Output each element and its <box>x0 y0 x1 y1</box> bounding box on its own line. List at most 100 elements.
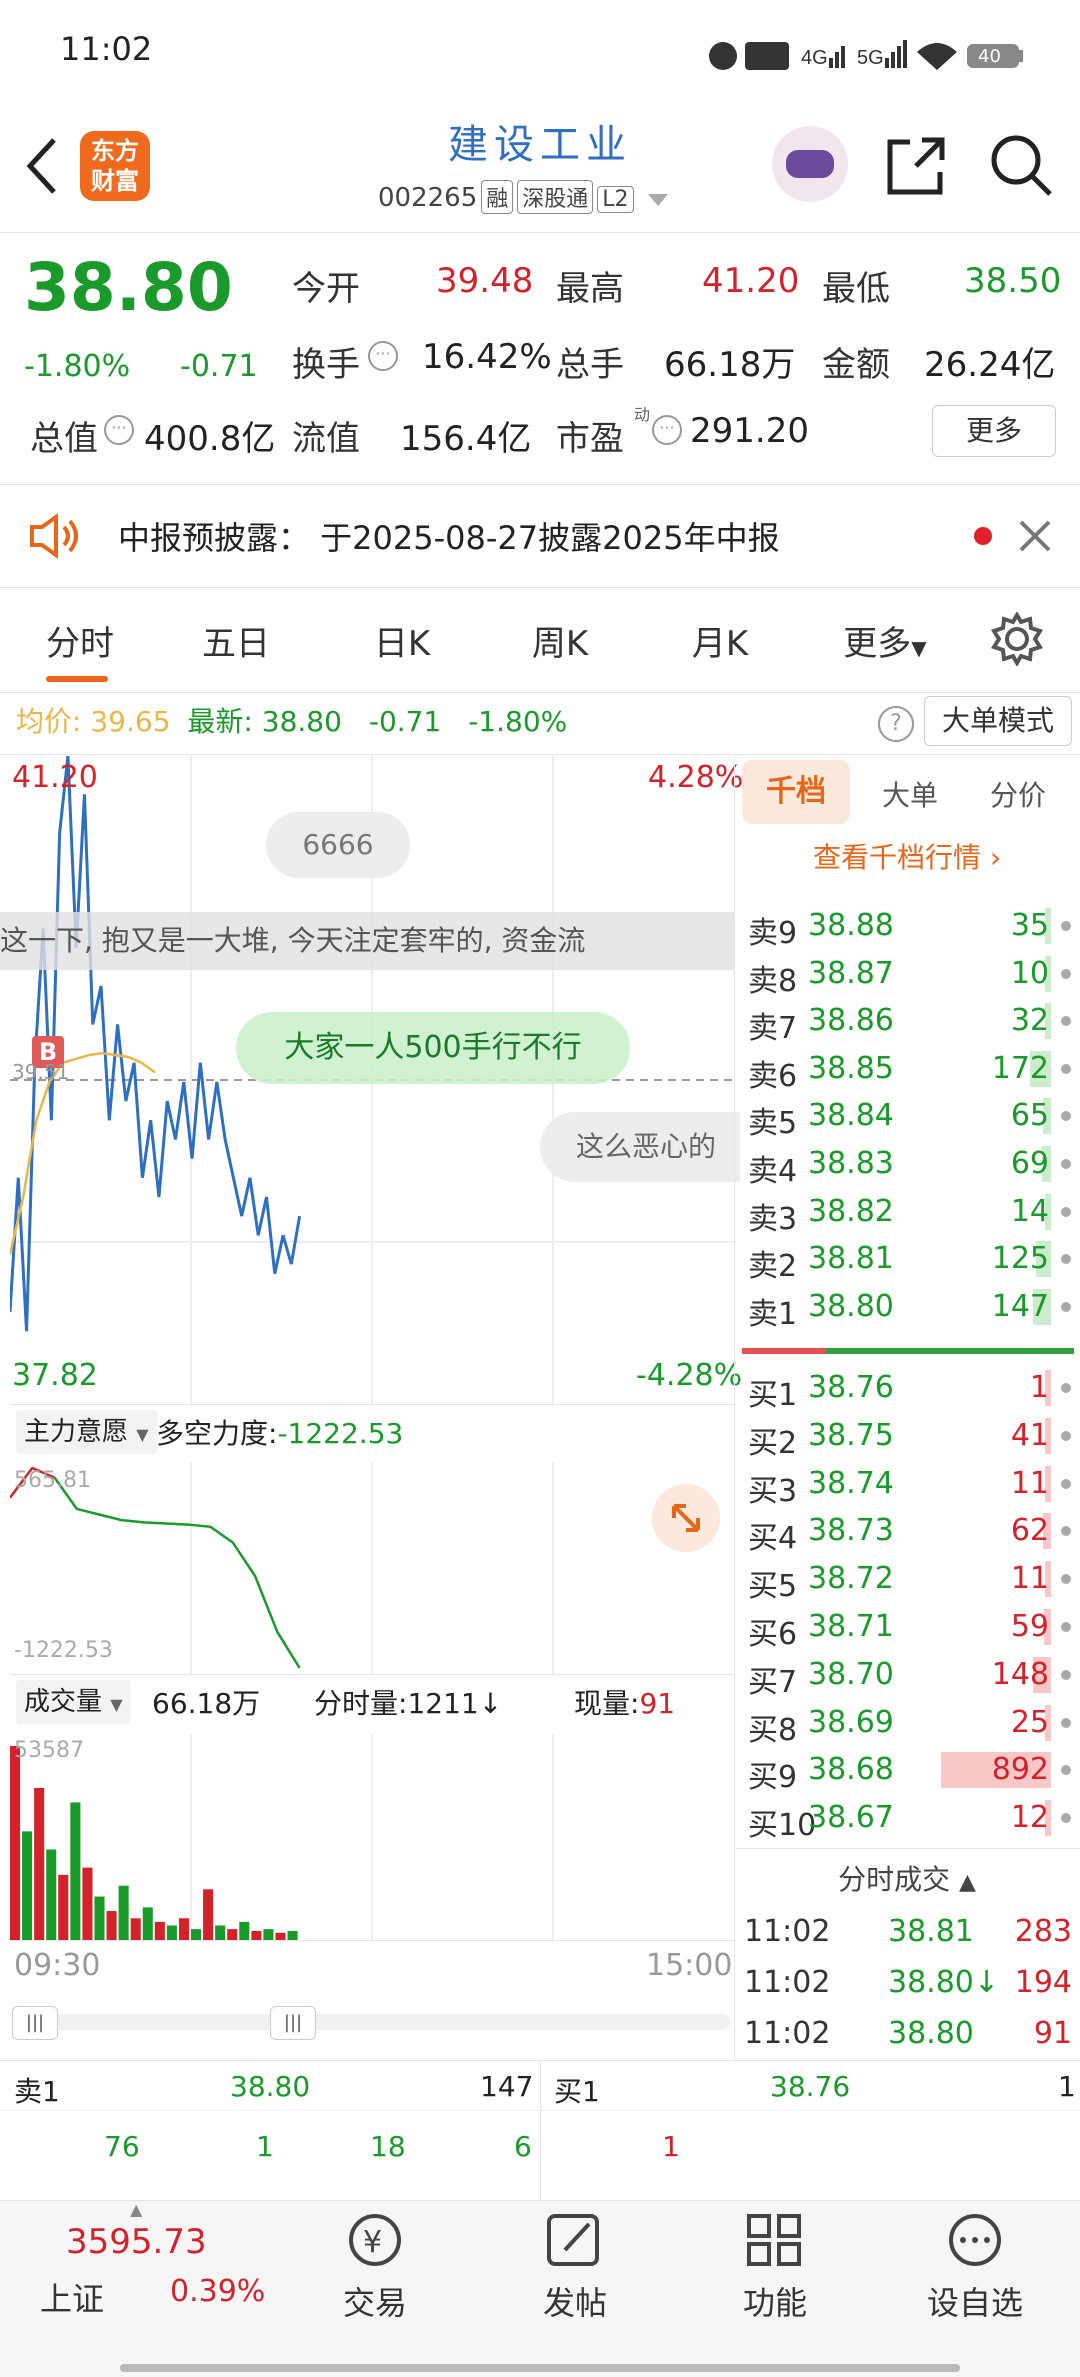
ask-row[interactable]: 卖8 38.87 10 <box>748 950 1073 999</box>
tab-monthly-k[interactable]: 月K <box>670 616 770 665</box>
ask-row[interactable]: 卖2 38.81 125 <box>748 1235 1073 1284</box>
help-icon[interactable]: ? <box>878 706 914 742</box>
ask-row[interactable]: 卖4 38.83 69 <box>748 1140 1073 1189</box>
amount-value: 26.24亿 <box>924 345 1056 385</box>
ticks-title[interactable]: 分时成交 ▲ <box>742 1858 1072 1898</box>
index-value: 3595.73 <box>66 2222 207 2262</box>
bottom-bid-vol: 1 <box>1058 2070 1076 2103</box>
bid-row[interactable]: 买7 38.70 148 <box>748 1651 1073 1700</box>
level-volume: 11 <box>1010 1561 1049 1597</box>
tick-time: 11:02 <box>744 1914 831 1949</box>
danmaku-bubble[interactable]: 6666 <box>266 812 410 878</box>
tab-big-order[interactable]: 大单 <box>860 774 960 814</box>
status-dot <box>1061 1765 1071 1776</box>
tab-daily-k[interactable]: 日K <box>352 616 452 665</box>
level1000-link[interactable]: 查看千档行情 › <box>742 836 1072 876</box>
tick-time: 11:02 <box>744 1965 831 2000</box>
level-volume: 59 <box>1010 1609 1049 1644</box>
indicator-selector[interactable]: 主力意愿 ▼ <box>16 1410 157 1454</box>
level-price: 38.86 <box>808 1003 894 1039</box>
tick-price: 38.80 <box>888 2016 974 2051</box>
tab-weekly-k[interactable]: 周K <box>510 616 610 665</box>
open-value: 39.48 <box>436 261 534 301</box>
stock-name[interactable]: 建设工业 <box>380 112 700 170</box>
ask-row[interactable]: 卖7 38.86 32 <box>748 997 1073 1046</box>
range-left-handle[interactable]: ||| <box>12 2006 58 2040</box>
big-order-mode-button[interactable]: 大单模式 <box>924 696 1072 746</box>
tab-price-dist[interactable]: 分价 <box>968 774 1068 814</box>
pe-value: 291.20 <box>690 411 809 451</box>
bid-row[interactable]: 买10 38.67 12 <box>748 1794 1073 1843</box>
current-volume: 现量:91 <box>574 1687 676 1720</box>
ask-row[interactable]: 卖9 38.88 35 <box>748 902 1073 951</box>
edit-icon <box>547 2214 599 2266</box>
level-label: 卖8 <box>748 963 798 999</box>
nav-post[interactable]: 发帖 <box>510 2210 640 2324</box>
ask-row[interactable]: 卖3 38.82 14 <box>748 1188 1073 1237</box>
range-scrollbar[interactable] <box>12 2014 730 2030</box>
svg-text:¥: ¥ <box>363 2225 382 2260</box>
nav-add-watchlist[interactable]: 设自选 <box>910 2210 1040 2324</box>
bid-row[interactable]: 买8 38.69 25 <box>748 1699 1073 1748</box>
pe-label: 市盈 <box>556 419 624 459</box>
volume-bar-chart[interactable] <box>10 1734 734 1940</box>
bottom-bid-label: 买1 <box>554 2075 600 2108</box>
tab-more[interactable]: 更多▼ <box>830 616 940 665</box>
nav-functions[interactable]: 功能 <box>710 2210 840 2324</box>
bid-row[interactable]: 买9 38.68 892 <box>748 1746 1073 1796</box>
level-volume: 892 <box>991 1752 1049 1788</box>
close-icon[interactable] <box>1018 519 1052 553</box>
volume-bar <box>215 1925 226 1940</box>
tick-price: 38.80↓ <box>888 1965 1000 2000</box>
gear-icon[interactable] <box>990 612 1044 666</box>
expand-icon[interactable] <box>652 1484 720 1552</box>
force-line-chart[interactable] <box>10 1462 734 1674</box>
level-volume: 147 <box>991 1288 1049 1324</box>
back-icon[interactable] <box>22 136 62 196</box>
ask-row[interactable]: 卖5 38.84 65 <box>748 1092 1073 1141</box>
bid-row[interactable]: 买3 38.74 11 <box>748 1460 1073 1509</box>
index-ticker[interactable]: ▲ 3595.73 上证 0.39% <box>0 2200 270 2376</box>
force-bottom-value: -1222.53 <box>14 1638 113 1663</box>
status-dot <box>1061 1717 1071 1728</box>
danmaku-bubble[interactable]: 这么恶心的 <box>540 1112 740 1182</box>
assistant-avatar-icon[interactable] <box>772 126 848 202</box>
divider <box>10 1940 734 1941</box>
tab-5day[interactable]: 五日 <box>186 616 286 665</box>
bid-row[interactable]: 买2 38.75 41 <box>748 1412 1073 1461</box>
notice-bar[interactable]: 中报预披露： 于2025-08-27披露2025年中报 <box>0 485 1080 587</box>
ask-row[interactable]: 卖6 38.85 172 <box>748 1045 1073 1094</box>
level-label: 买9 <box>748 1760 798 1796</box>
level-volume: 62 <box>1010 1513 1049 1549</box>
tab-level1000[interactable]: 千档 <box>742 760 850 824</box>
bid-row[interactable]: 买5 38.72 11 <box>748 1555 1073 1604</box>
bid-row[interactable]: 买6 38.71 59 <box>748 1603 1073 1652</box>
bid-row[interactable]: 买4 38.73 62 <box>748 1507 1073 1556</box>
volume-selector[interactable]: 成交量 ▼ <box>16 1680 131 1724</box>
level-label: 买3 <box>748 1473 798 1509</box>
active-tab-indicator <box>46 676 108 682</box>
divider <box>0 2110 1080 2111</box>
level-volume: 32 <box>1010 1003 1049 1039</box>
danmaku-bubble[interactable]: 大家一人500手行不行 <box>236 1012 630 1084</box>
tag-margin: 融 <box>481 180 514 214</box>
search-icon[interactable] <box>988 132 1054 198</box>
ask-row[interactable]: 卖1 38.80 147 <box>748 1283 1073 1332</box>
level-price: 38.80 <box>808 1288 894 1324</box>
level-label: 买8 <box>748 1712 798 1748</box>
tab-minute[interactable]: 分时 <box>30 616 130 665</box>
danmaku-bubble[interactable]: 这一下, 抱又是一大堆, 今天注定套牢的, 资金流 <box>0 912 734 970</box>
range-right-handle[interactable]: ||| <box>270 2006 316 2040</box>
nav-trade[interactable]: ¥ 交易 <box>310 2210 440 2324</box>
status-dot <box>1061 1063 1071 1074</box>
level-price: 38.72 <box>808 1561 894 1597</box>
more-button[interactable]: 更多 <box>932 405 1056 457</box>
unread-dot <box>974 527 992 545</box>
volume-bar <box>58 1874 69 1940</box>
status-dot <box>1061 1478 1071 1489</box>
volume-bar <box>142 1907 153 1940</box>
bid-row[interactable]: 买1 38.76 1 <box>748 1364 1073 1413</box>
level-price: 38.83 <box>808 1146 894 1181</box>
high-value: 41.20 <box>702 261 800 301</box>
share-icon[interactable] <box>884 134 948 198</box>
